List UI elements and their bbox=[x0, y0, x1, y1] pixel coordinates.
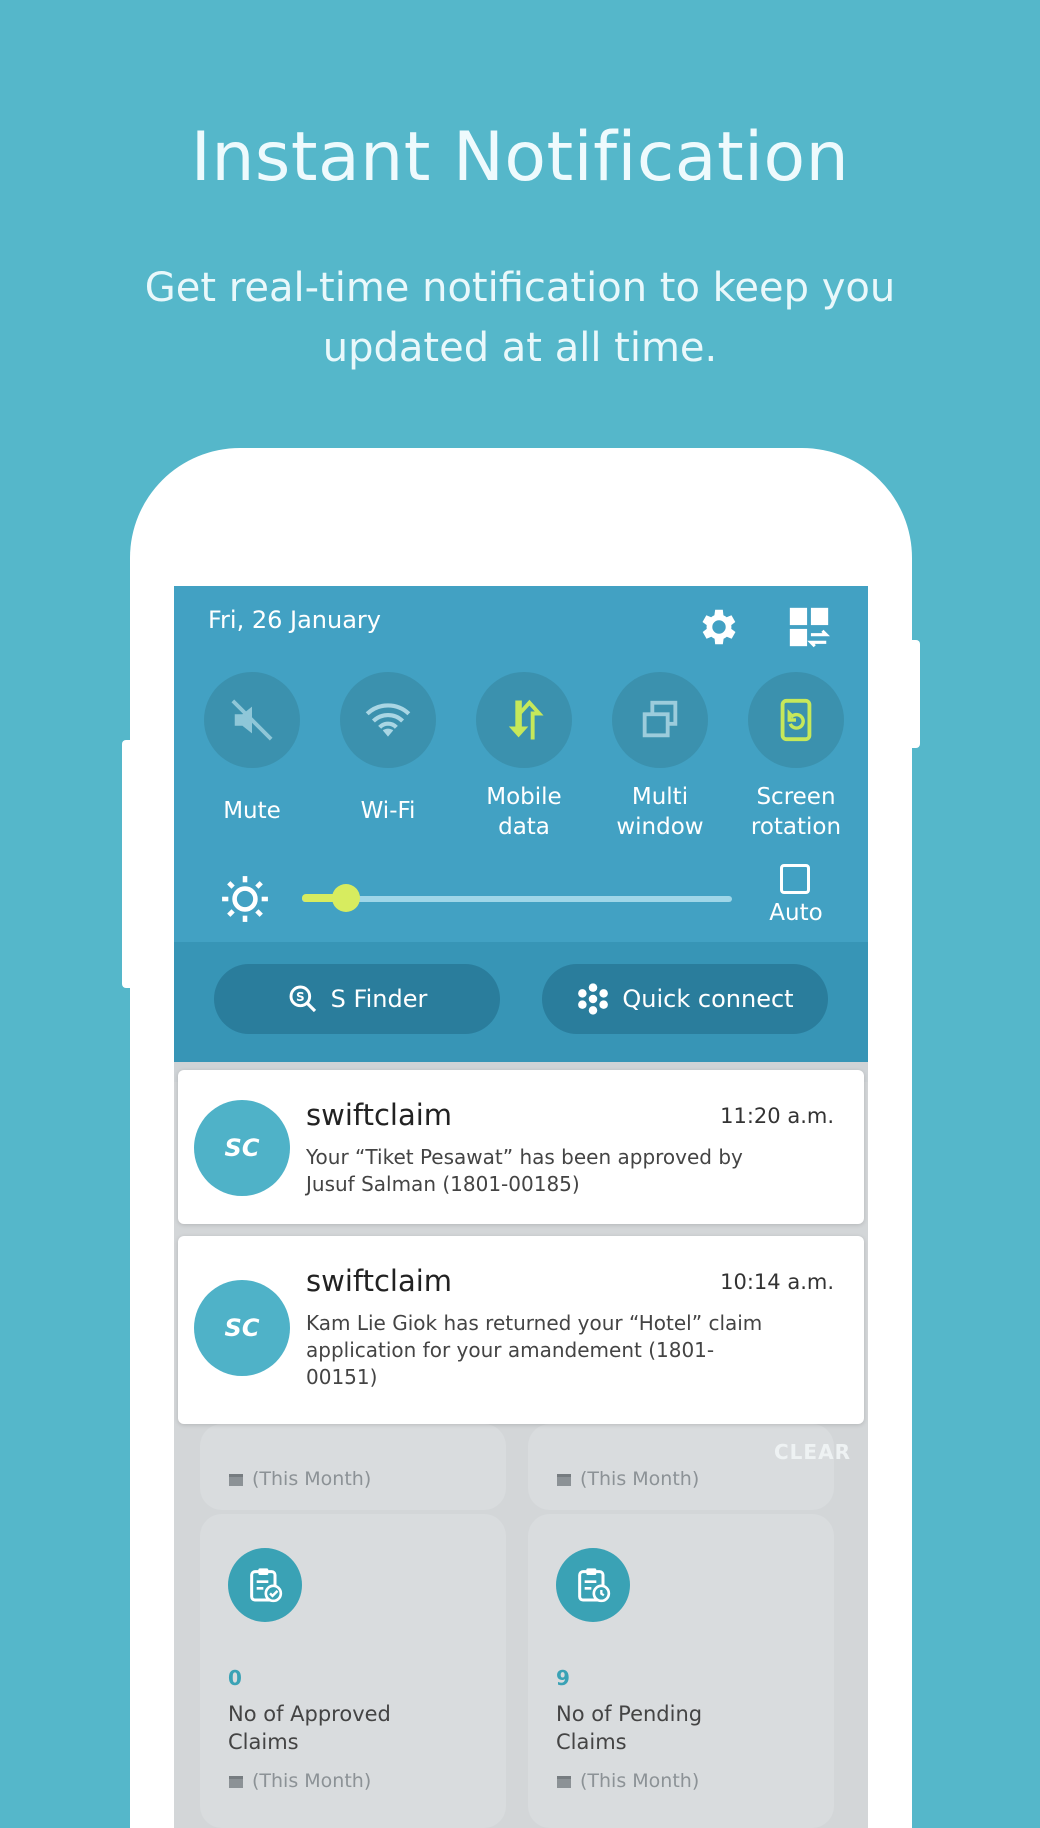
clear-notifications-button[interactable]: CLEAR bbox=[774, 1440, 851, 1464]
pending-claims-icon bbox=[556, 1548, 630, 1622]
approved-count: 0 bbox=[228, 1666, 242, 1690]
tile-label: Screen rotation bbox=[750, 784, 842, 840]
date-label: Fri, 26 January bbox=[208, 606, 382, 634]
dashboard-card[interactable]: (This Month) bbox=[528, 1424, 834, 1510]
month-label: (This Month) bbox=[556, 1770, 699, 1792]
notification-card[interactable]: SC swiftclaim 11:20 a.m. Your “Tiket Pes… bbox=[178, 1070, 864, 1224]
notification-app-name: swiftclaim bbox=[306, 1264, 453, 1298]
tile-multi-window[interactable]: Multi window bbox=[600, 672, 720, 842]
pending-title: No of Pending Claims bbox=[556, 1702, 703, 1754]
s-finder-icon: S bbox=[289, 985, 316, 1013]
tile-label: Mobile data bbox=[486, 784, 562, 840]
phone-screen: Fri, 26 January Mute Wi-Fi Mobile data M… bbox=[174, 586, 868, 1828]
approved-claims-card[interactable]: 0 No of Approved Claims (This Month) bbox=[200, 1514, 506, 1828]
month-label: (This Month) bbox=[228, 1770, 371, 1792]
tile-screen-rotation[interactable]: Screen rotation bbox=[736, 672, 856, 842]
pending-claims-card[interactable]: 9 No of Pending Claims (This Month) bbox=[528, 1514, 834, 1828]
tile-mobile-data[interactable]: Mobile data bbox=[464, 672, 584, 842]
calendar-icon bbox=[557, 1474, 571, 1486]
mobile-data-icon bbox=[508, 699, 544, 740]
calendar-icon bbox=[557, 1776, 571, 1788]
hero-title: Instant Notification bbox=[190, 118, 850, 197]
tile-label: Mute bbox=[223, 798, 281, 824]
quick-settings-panel: Fri, 26 January Mute Wi-Fi Mobile data M… bbox=[174, 586, 868, 942]
pending-count: 9 bbox=[556, 1666, 570, 1690]
notification-card[interactable]: SC swiftclaim 10:14 a.m. Kam Lie Giok ha… bbox=[178, 1236, 864, 1424]
brightness-icon bbox=[222, 876, 268, 922]
tile-mute[interactable]: Mute bbox=[192, 672, 312, 826]
hero-subtitle: Get real-time notification to keep you u… bbox=[144, 265, 896, 371]
mute-icon bbox=[231, 699, 273, 741]
month-label: (This Month) bbox=[228, 1468, 371, 1490]
approved-claims-icon bbox=[228, 1548, 302, 1622]
tile-wifi[interactable]: Wi-Fi bbox=[328, 672, 448, 826]
screen-rotation-icon bbox=[780, 698, 812, 742]
notification-app-name: swiftclaim bbox=[306, 1098, 453, 1132]
quick-connect-label: Quick connect bbox=[622, 985, 794, 1013]
quick-connect-icon bbox=[578, 983, 609, 1015]
notification-message: Your “Tiket Pesawat” has been approved b… bbox=[306, 1145, 743, 1196]
quick-actions-row: S S Finder Quick connect bbox=[174, 942, 868, 1070]
gear-icon[interactable] bbox=[696, 604, 742, 650]
dashboard-card[interactable]: (This Month) bbox=[200, 1424, 506, 1510]
tile-label: Multi window bbox=[616, 784, 704, 840]
phone-power-button bbox=[910, 640, 920, 748]
phone-side-button bbox=[122, 740, 132, 988]
swiftclaim-logo-icon: SC bbox=[194, 1100, 290, 1196]
grid-edit-icon[interactable] bbox=[786, 604, 832, 650]
brightness-slider[interactable] bbox=[302, 896, 732, 902]
quick-connect-button[interactable]: Quick connect bbox=[542, 964, 828, 1034]
month-label: (This Month) bbox=[556, 1468, 699, 1490]
calendar-icon bbox=[229, 1776, 243, 1788]
multi-window-icon bbox=[642, 700, 678, 738]
auto-brightness-label: Auto bbox=[769, 900, 823, 926]
wifi-icon bbox=[365, 703, 411, 737]
notification-time: 11:20 a.m. bbox=[720, 1104, 834, 1128]
notification-message: Kam Lie Giok has returned your “Hotel” c… bbox=[306, 1311, 763, 1389]
calendar-icon bbox=[229, 1474, 243, 1486]
brightness-slider-handle[interactable] bbox=[332, 884, 360, 912]
notification-time: 10:14 a.m. bbox=[720, 1270, 834, 1294]
swiftclaim-logo-icon: SC bbox=[194, 1280, 290, 1376]
s-finder-label: S Finder bbox=[330, 985, 428, 1013]
tile-label: Wi-Fi bbox=[360, 798, 416, 824]
svg-text:S: S bbox=[296, 990, 305, 1004]
auto-brightness-checkbox[interactable] bbox=[780, 864, 810, 894]
s-finder-button[interactable]: S S Finder bbox=[214, 964, 500, 1034]
approved-title: No of Approved Claims bbox=[228, 1702, 391, 1754]
